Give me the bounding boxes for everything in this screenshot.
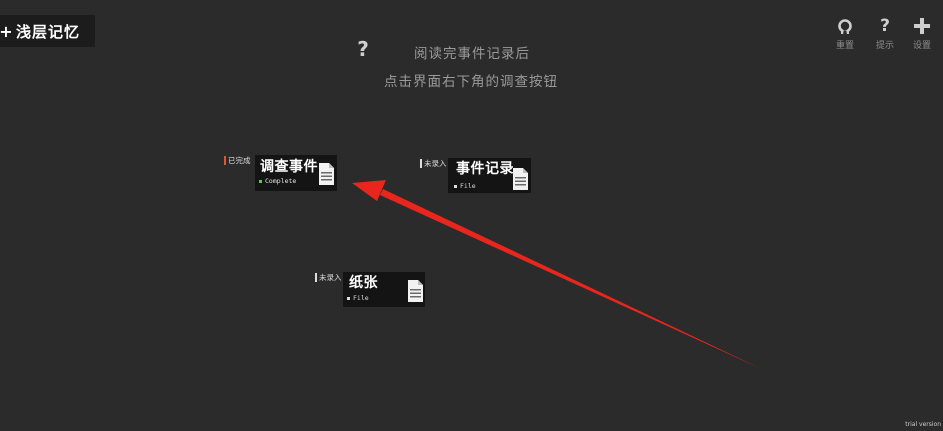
card-status: 未录入 bbox=[315, 273, 342, 282]
card-subtitle: Complete bbox=[259, 177, 296, 185]
card-investigate-event[interactable]: 已完成 调查事件 Complete bbox=[224, 155, 337, 191]
guide-arrow bbox=[352, 180, 766, 371]
question-icon: ? bbox=[880, 16, 890, 36]
card-event-record[interactable]: 未录入 事件记录 File bbox=[420, 158, 531, 193]
plus-icon: + bbox=[0, 21, 13, 41]
trial-watermark: trial version bbox=[905, 421, 941, 428]
settings-label: 设置 bbox=[912, 41, 931, 51]
level-title-badge[interactable]: + 浅层记忆 bbox=[0, 15, 95, 47]
status-dot bbox=[347, 296, 350, 300]
card-subtitle-text: File bbox=[460, 182, 476, 190]
level-title: 浅层记忆 bbox=[16, 22, 81, 41]
card-subtitle-text: Complete bbox=[265, 177, 297, 185]
tips-button[interactable]: ? 提示 bbox=[870, 16, 900, 51]
guide-arrow-head bbox=[352, 180, 386, 201]
reset-label: 重置 bbox=[835, 41, 854, 51]
status-dot bbox=[454, 184, 457, 188]
game-stage: + 浅层记忆 ? 阅读完事件记录后 点击界面右下角的调查按钮 重置 ? 提示 设… bbox=[0, 0, 943, 431]
card-title: 调查事件 bbox=[260, 159, 318, 175]
hint-line-1: 阅读完事件记录后 bbox=[414, 46, 530, 62]
status-dot bbox=[259, 179, 262, 183]
plus-icon bbox=[907, 16, 937, 36]
settings-button[interactable]: 设置 bbox=[907, 16, 937, 51]
card-title: 事件记录 bbox=[456, 161, 514, 177]
document-icon bbox=[319, 163, 334, 185]
hint-line-2: 点击界面右下角的调查按钮 bbox=[384, 74, 558, 90]
document-icon bbox=[513, 168, 528, 190]
tips-label: 提示 bbox=[875, 41, 894, 51]
card-paper[interactable]: 未录入 纸张 File bbox=[315, 272, 425, 307]
card-status: 未录入 bbox=[420, 159, 447, 168]
reset-button[interactable]: 重置 bbox=[830, 16, 860, 51]
card-status: 已完成 bbox=[224, 156, 251, 165]
card-subtitle: File bbox=[454, 182, 476, 190]
card-subtitle-text: File bbox=[353, 294, 369, 302]
card-title: 纸张 bbox=[349, 275, 378, 291]
card-subtitle: File bbox=[347, 294, 369, 302]
reset-icon bbox=[830, 16, 860, 36]
guide-arrow-shaft bbox=[380, 189, 766, 371]
question-icon: ? bbox=[357, 37, 369, 61]
document-icon bbox=[408, 280, 423, 302]
